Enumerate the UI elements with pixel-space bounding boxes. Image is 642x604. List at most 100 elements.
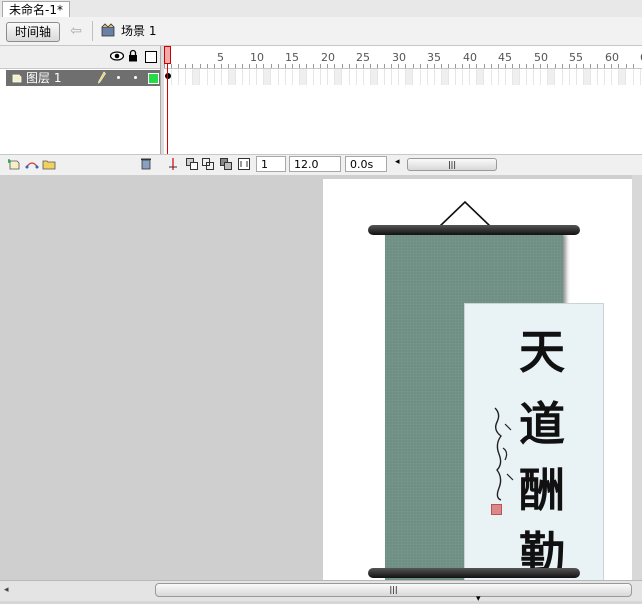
frame-cell[interactable]	[469, 69, 477, 85]
frame-cell[interactable]	[320, 69, 328, 85]
document-tab[interactable]: 未命名-1*	[2, 1, 70, 18]
scroll-left-icon[interactable]: ◂	[395, 157, 400, 167]
scroll-down-icon[interactable]: ▾	[476, 595, 481, 604]
frame-cell[interactable]	[533, 69, 541, 85]
frame-cell[interactable]	[413, 69, 421, 85]
frame-cell[interactable]	[519, 69, 527, 85]
frame-cell[interactable]	[547, 69, 555, 85]
onion-skin-icon[interactable]	[186, 158, 198, 170]
frame-cell[interactable]	[583, 69, 591, 85]
frame-cell[interactable]	[441, 69, 449, 85]
eye-icon[interactable]	[110, 51, 124, 61]
frame-cell[interactable]	[633, 69, 641, 85]
frame-cell[interactable]	[590, 69, 598, 85]
frame-cell[interactable]	[540, 69, 548, 85]
frame-cell[interactable]	[434, 69, 442, 85]
frame-cell[interactable]	[278, 69, 286, 85]
stage[interactable]: 天 道 酬 勤	[323, 179, 642, 593]
trash-icon[interactable]	[140, 157, 152, 170]
frame-cell[interactable]	[576, 69, 584, 85]
frame-cell[interactable]	[562, 69, 570, 85]
frame-cell[interactable]	[235, 69, 243, 85]
frame-cell[interactable]	[597, 69, 605, 85]
frame-rate-field[interactable]: 12.0 fps	[289, 156, 341, 187]
scene-label[interactable]: 场景 1	[121, 23, 156, 39]
frame-cell[interactable]	[484, 69, 492, 85]
frame-cell[interactable]	[299, 69, 307, 85]
frame-cell[interactable]	[405, 69, 413, 85]
frame-cell[interactable]	[178, 69, 186, 85]
frame-cell[interactable]	[306, 69, 314, 85]
frame-cell[interactable]	[618, 69, 626, 85]
keyframe[interactable]	[165, 73, 171, 79]
frame-cell[interactable]	[384, 69, 392, 85]
frame-cell[interactable]	[391, 69, 399, 85]
layer-row[interactable]: 图层 1	[6, 70, 160, 86]
frame-cell[interactable]	[349, 69, 357, 85]
frame-cell[interactable]	[327, 69, 335, 85]
frame-cell[interactable]	[505, 69, 513, 85]
frame-cell[interactable]	[263, 69, 271, 85]
frame-cell[interactable]	[342, 69, 350, 85]
frame-cell[interactable]	[498, 69, 506, 85]
frame-cell[interactable]	[604, 69, 612, 85]
frame-cell[interactable]	[476, 69, 484, 85]
layer-visible-dot[interactable]	[117, 76, 120, 79]
playhead[interactable]	[164, 46, 171, 64]
layer-name[interactable]: 图层 1	[26, 71, 61, 85]
frame-cell[interactable]	[455, 69, 463, 85]
frame-cell[interactable]	[292, 69, 300, 85]
timeline-toggle-button[interactable]: 时间轴	[6, 22, 60, 42]
frame-cell[interactable]	[334, 69, 342, 85]
timeline-scrollbar[interactable]: ◂ |||	[393, 157, 503, 171]
frame-track[interactable]	[164, 69, 642, 87]
current-frame-field[interactable]: 1	[256, 156, 286, 172]
horizontal-scrollbar[interactable]: ◂ ||| ▾	[0, 580, 642, 604]
frame-cell[interactable]	[228, 69, 236, 85]
frame-cell[interactable]	[611, 69, 619, 85]
layer-lock-dot[interactable]	[134, 76, 137, 79]
frame-cell[interactable]	[207, 69, 215, 85]
frame-cell[interactable]	[377, 69, 385, 85]
frame-cell[interactable]	[420, 69, 428, 85]
frame-cell[interactable]	[271, 69, 279, 85]
frame-cell[interactable]	[569, 69, 577, 85]
frame-cell[interactable]	[512, 69, 520, 85]
frame-cell[interactable]	[462, 69, 470, 85]
frame-cell[interactable]	[192, 69, 200, 85]
frame-cell[interactable]	[427, 69, 435, 85]
frame-cell[interactable]	[555, 69, 563, 85]
scroll-left-icon[interactable]: ◂	[4, 585, 9, 595]
horizontal-scroll-thumb[interactable]: |||	[155, 583, 632, 597]
frame-cell[interactable]	[370, 69, 378, 85]
frame-cell[interactable]	[185, 69, 193, 85]
back-arrow-icon[interactable]: ⇦	[66, 22, 86, 40]
layer-outline-color[interactable]	[148, 73, 159, 84]
frame-cell[interactable]	[214, 69, 222, 85]
frame-cell[interactable]	[285, 69, 293, 85]
add-guide-layer-icon[interactable]	[24, 158, 40, 170]
frame-cell[interactable]	[398, 69, 406, 85]
frame-cell[interactable]	[356, 69, 364, 85]
onion-outlines-icon[interactable]	[202, 158, 214, 170]
frame-cell[interactable]	[363, 69, 371, 85]
frame-cell[interactable]	[448, 69, 456, 85]
add-folder-icon[interactable]	[42, 158, 56, 170]
outline-toggle-icon[interactable]	[145, 51, 157, 63]
frame-cell[interactable]	[221, 69, 229, 85]
add-layer-icon[interactable]	[8, 158, 21, 170]
frame-cell[interactable]	[200, 69, 208, 85]
frame-cell[interactable]	[491, 69, 499, 85]
frame-cell[interactable]	[249, 69, 257, 85]
frame-ruler[interactable]: 5101520253035404550556065	[164, 46, 642, 69]
timeline-scroll-thumb[interactable]: |||	[407, 158, 497, 171]
frame-cell[interactable]	[242, 69, 250, 85]
frame-cell[interactable]	[313, 69, 321, 85]
lock-icon[interactable]	[128, 49, 138, 62]
vertical-scrollbar[interactable]	[632, 175, 642, 580]
frame-cell[interactable]	[171, 69, 179, 85]
modify-markers-icon[interactable]	[238, 158, 250, 170]
frame-cell[interactable]	[526, 69, 534, 85]
frame-cell[interactable]	[626, 69, 634, 85]
edit-multiple-frames-icon[interactable]	[220, 158, 232, 170]
